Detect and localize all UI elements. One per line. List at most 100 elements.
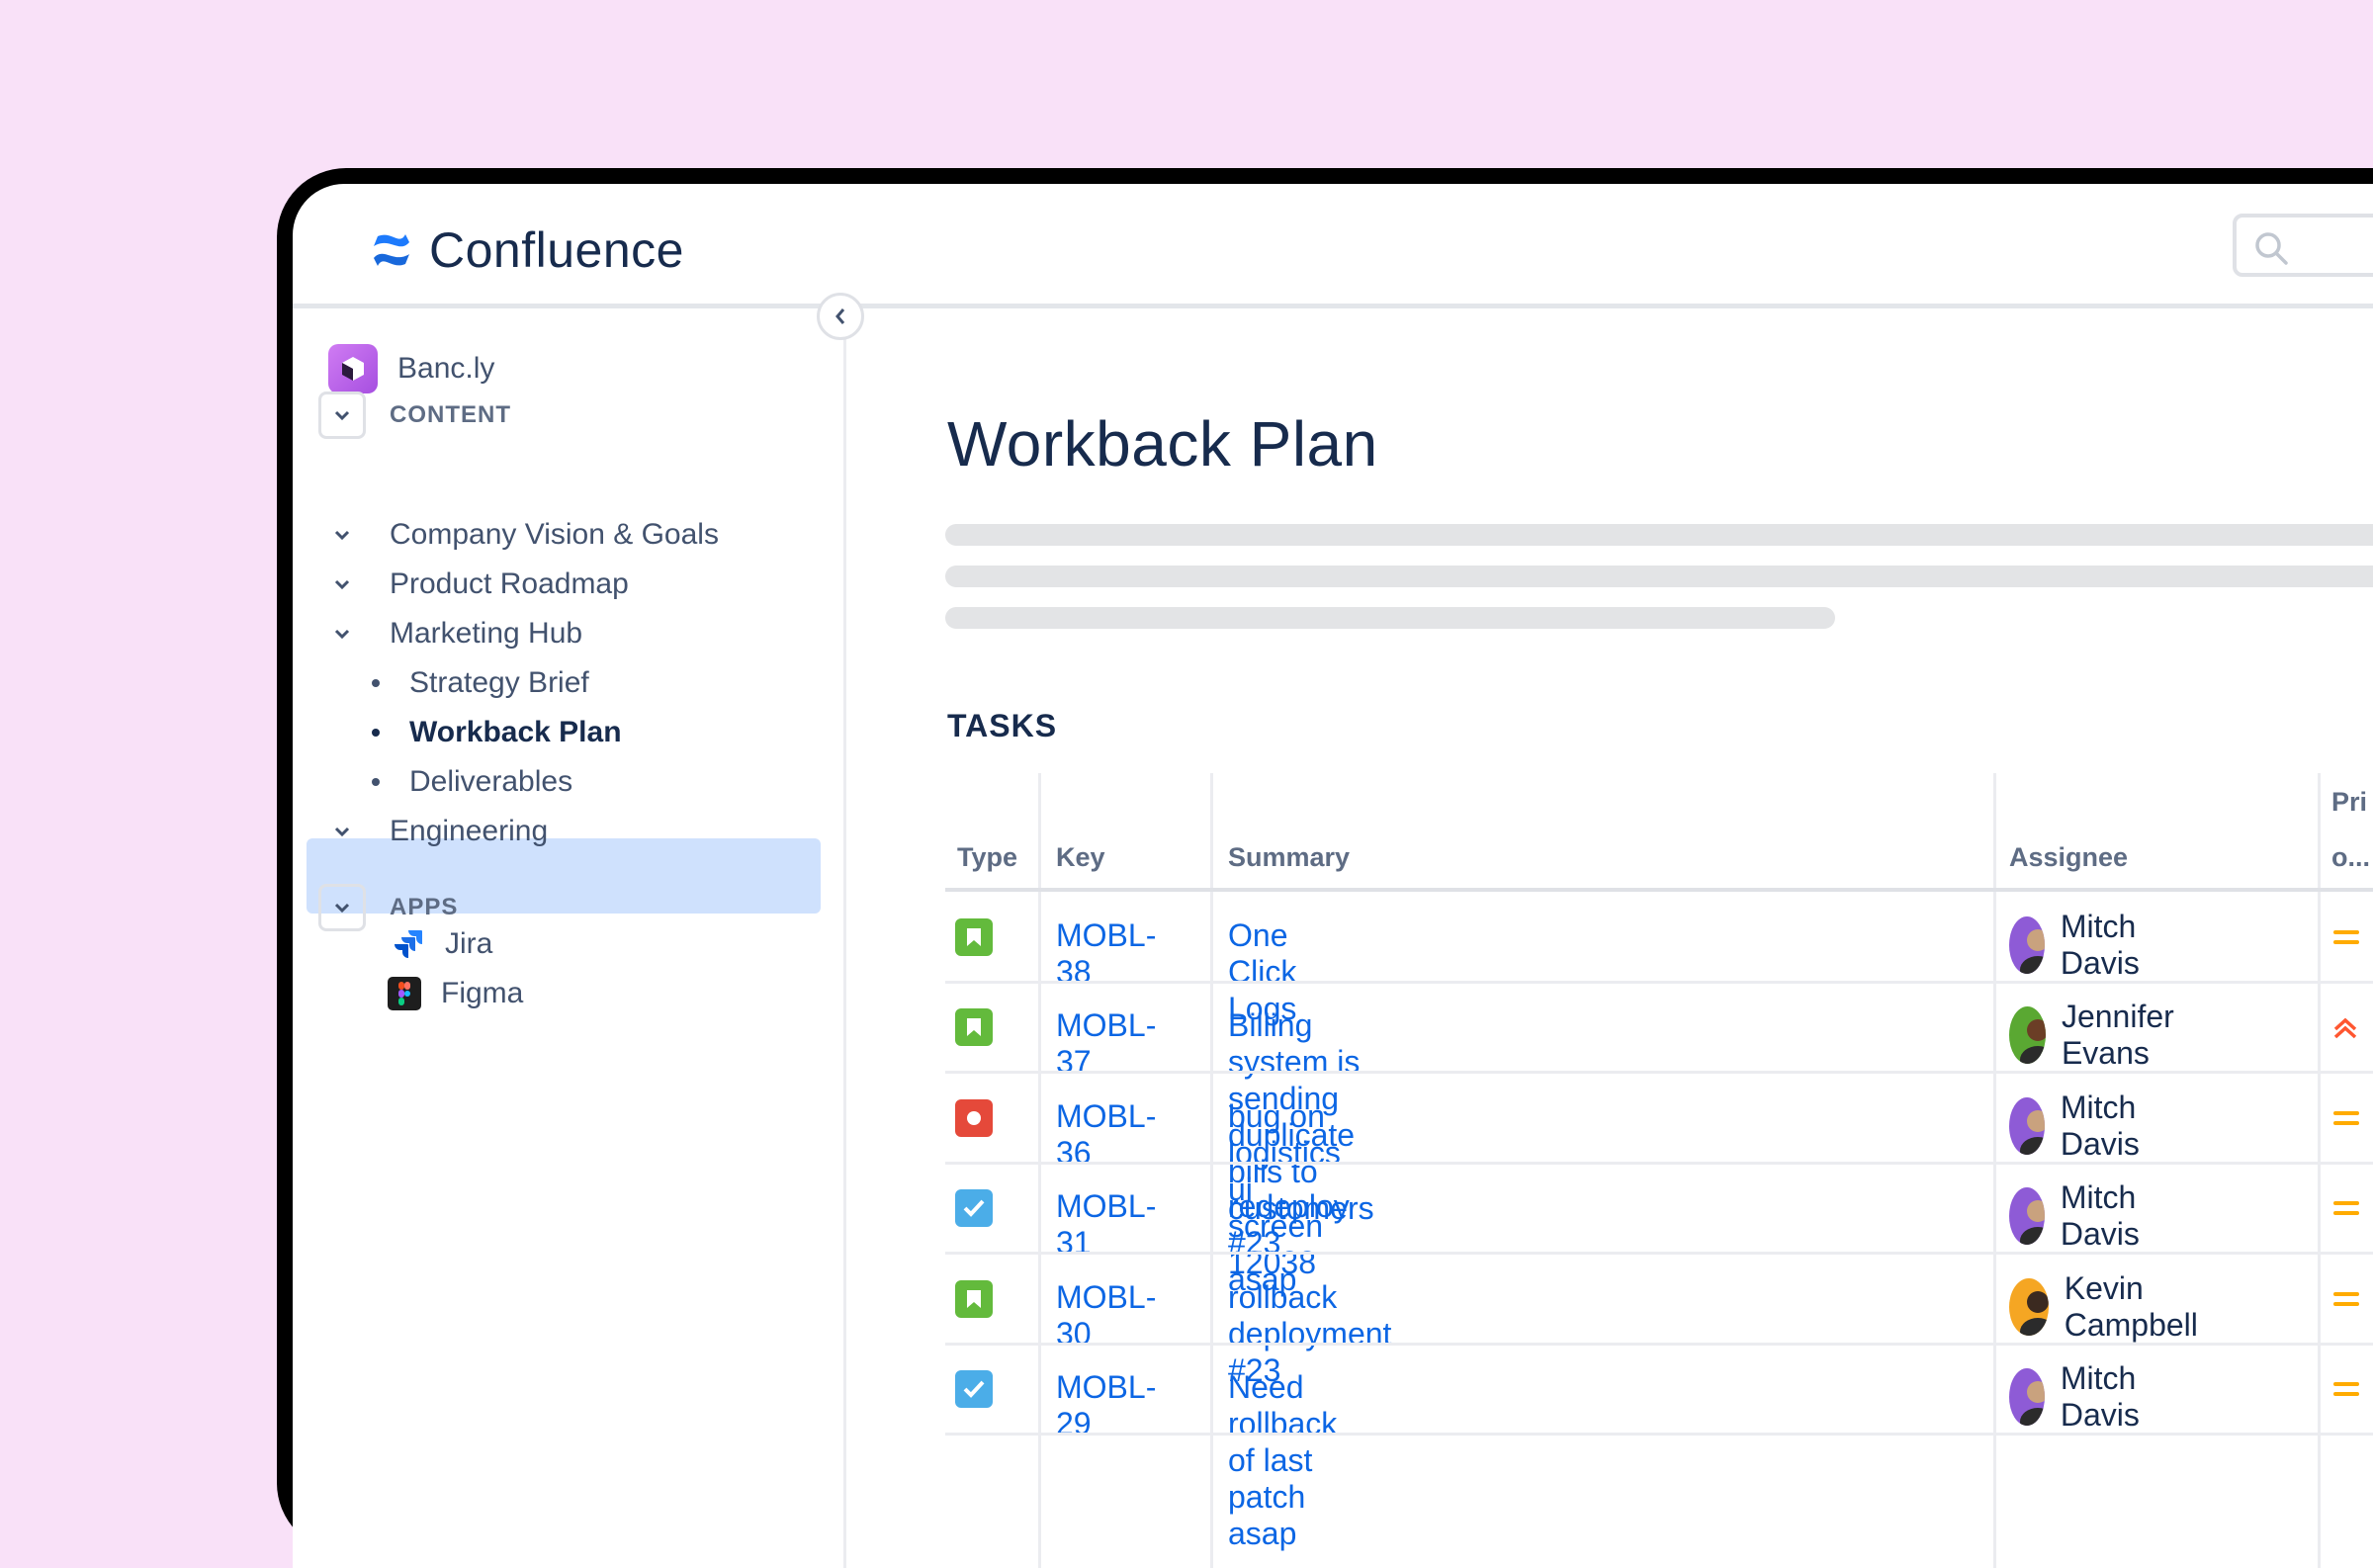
space-header[interactable]: Banc.ly <box>328 344 494 393</box>
priority-medium-icon <box>2331 1194 2359 1227</box>
figma-icon <box>388 977 421 1010</box>
app-window: Confluence Banc.ly CONTENT Company Visio… <box>293 184 2373 1568</box>
row-divider <box>945 1071 2373 1074</box>
apps-section-label: APPS <box>390 894 459 920</box>
type-cell <box>955 1098 993 1137</box>
space-logo-icon <box>328 344 378 393</box>
priority-medium-icon <box>2331 923 2359 956</box>
sidebar-app-label: Figma <box>441 977 524 1009</box>
avatar <box>2009 1096 2045 1155</box>
avatar <box>2009 915 2045 974</box>
type-cell <box>955 1279 993 1318</box>
collapse-sidebar-button[interactable] <box>817 293 864 340</box>
assignee-name: Mitch Davis <box>2060 1360 2140 1434</box>
bug-type-icon <box>955 1098 993 1137</box>
assignee-name: Mitch Davis <box>2060 908 2140 981</box>
chevron-down-icon <box>318 884 366 931</box>
priority-high-icon <box>2331 1013 2359 1046</box>
priority-medium-icon <box>2331 1375 2359 1408</box>
chevron-down-icon <box>318 529 366 541</box>
chevron-down-icon <box>318 392 366 439</box>
assignee-name: Kevin Campbell <box>2064 1269 2198 1343</box>
sidebar: Banc.ly CONTENT Company Vision & Goals P… <box>293 308 846 1568</box>
chevron-down-icon <box>318 628 366 640</box>
column-header-type[interactable]: Type <box>957 842 1017 873</box>
confluence-icon <box>374 234 409 266</box>
type-cell <box>955 1189 993 1228</box>
confluence-logo[interactable]: Confluence <box>370 221 684 279</box>
sidebar-item-label: Deliverables <box>409 765 573 798</box>
main-content: Workback Plan TASKS Type Key Summary Ass… <box>846 308 2373 1568</box>
type-cell <box>955 917 993 956</box>
priority-medium-icon <box>2331 1104 2359 1137</box>
top-navigation: Confluence <box>293 184 2373 308</box>
sidebar-item-label: Strategy Brief <box>409 666 589 699</box>
skeleton-line <box>945 566 2373 587</box>
issue-summary-link[interactable]: Need rollback of last patch asap <box>1228 1369 1337 1552</box>
sidebar-item-marketing-hub[interactable]: Marketing Hub <box>318 617 582 651</box>
search-input[interactable] <box>2233 214 2373 277</box>
type-cell <box>955 1370 993 1409</box>
apps-section-toggle[interactable]: APPS <box>318 884 458 931</box>
bullet-icon <box>372 679 380 687</box>
column-header-priority[interactable]: Pri <box>2331 787 2367 818</box>
story-type-icon <box>955 1008 993 1047</box>
row-divider <box>945 1252 2373 1255</box>
chevron-down-icon <box>318 578 366 590</box>
assignee-cell[interactable]: Mitch Davis <box>2009 1089 2161 1163</box>
column-divider <box>1993 773 1996 1568</box>
chevron-down-icon <box>318 826 366 837</box>
sidebar-app-jira[interactable]: Jira <box>392 927 492 961</box>
row-divider <box>945 980 2373 984</box>
assignee-cell[interactable]: Mitch Davis <box>2009 909 2161 982</box>
sidebar-item-label: Marketing Hub <box>390 617 583 650</box>
column-header-summary[interactable]: Summary <box>1228 842 1350 873</box>
sidebar-item-label: Company Vision & Goals <box>390 518 719 551</box>
bullet-icon <box>372 778 380 786</box>
skeleton-line <box>945 607 1835 629</box>
page-title: Workback Plan <box>947 408 1378 479</box>
header-divider <box>945 888 2373 892</box>
row-divider <box>945 1342 2373 1346</box>
avatar <box>2009 1277 2049 1336</box>
assignee-cell[interactable]: Mitch Davis <box>2009 1360 2161 1434</box>
bullet-icon <box>372 729 380 737</box>
avatar <box>2009 1368 2045 1427</box>
app-name: Confluence <box>429 222 684 278</box>
search-icon <box>2255 232 2288 265</box>
story-type-icon <box>955 917 993 956</box>
content-section-label: CONTENT <box>390 401 511 428</box>
column-header-assignee[interactable]: Assignee <box>2009 842 2128 873</box>
content-section-toggle[interactable]: CONTENT <box>318 392 511 439</box>
skeleton-line <box>945 524 2373 546</box>
sidebar-item-company-vision[interactable]: Company Vision & Goals <box>318 518 719 552</box>
sidebar-app-figma[interactable]: Figma <box>388 977 523 1010</box>
avatar <box>2009 1006 2046 1065</box>
assignee-cell[interactable]: Kevin Campbell <box>2009 1270 2216 1344</box>
assignee-cell[interactable]: Jennifer Evans <box>2009 999 2195 1072</box>
story-type-icon <box>955 1279 993 1318</box>
sidebar-item-workback-plan[interactable]: Workback Plan <box>372 716 622 749</box>
column-divider <box>2318 773 2321 1568</box>
sidebar-item-product-roadmap[interactable]: Product Roadmap <box>318 567 629 601</box>
task-type-icon <box>955 1189 993 1228</box>
chevron-left-icon <box>835 308 845 324</box>
column-header-key[interactable]: Key <box>1056 842 1105 873</box>
task-type-icon <box>955 1370 993 1409</box>
sidebar-item-label: Product Roadmap <box>390 567 629 600</box>
assignee-name: Jennifer Evans <box>2061 999 2174 1072</box>
avatar <box>2009 1187 2045 1246</box>
column-divider <box>1210 773 1213 1568</box>
assignee-name: Mitch Davis <box>2060 1089 2140 1162</box>
sidebar-item-deliverables[interactable]: Deliverables <box>372 765 572 799</box>
jira-icon <box>395 930 422 958</box>
sidebar-item-strategy-brief[interactable]: Strategy Brief <box>372 666 589 700</box>
sidebar-app-label: Jira <box>445 927 493 960</box>
assignee-name: Mitch Davis <box>2060 1179 2140 1253</box>
assignee-cell[interactable]: Mitch Davis <box>2009 1179 2161 1253</box>
sidebar-item-label: Engineering <box>390 815 549 847</box>
column-divider <box>1038 773 1041 1568</box>
sidebar-item-engineering[interactable]: Engineering <box>318 815 548 848</box>
tasks-heading: TASKS <box>947 708 1058 743</box>
sidebar-item-label: Workback Plan <box>409 716 622 748</box>
